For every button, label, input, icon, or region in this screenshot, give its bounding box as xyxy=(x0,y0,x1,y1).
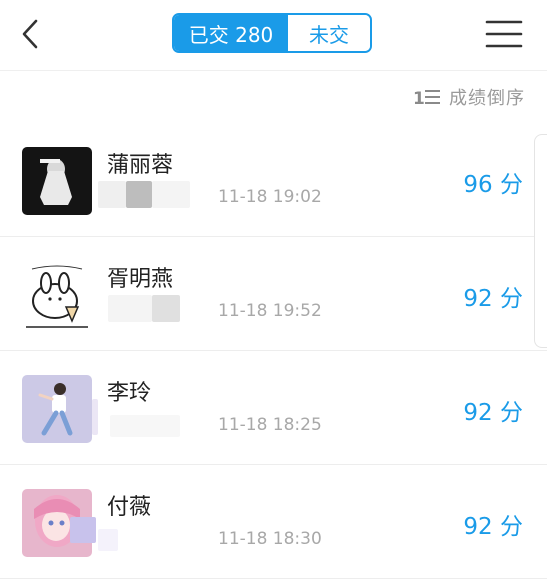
redacted-info xyxy=(110,415,180,437)
submission-list-screen: 已交 280 未交 1 成绩倒序 蒲丽蓉 11-18 19:02 96 分 胥明… xyxy=(0,0,547,587)
side-drawer-edge[interactable] xyxy=(534,134,547,348)
menu-button[interactable] xyxy=(484,18,524,50)
redacted-info xyxy=(126,181,152,208)
redacted-info xyxy=(98,181,126,208)
top-bar: 已交 280 未交 xyxy=(0,0,547,71)
tab-not-submitted[interactable]: 未交 xyxy=(288,15,370,51)
svg-text:1: 1 xyxy=(413,89,425,107)
submission-status-toggle: 已交 280 未交 xyxy=(172,13,372,53)
tab-submitted[interactable]: 已交 280 xyxy=(174,15,288,51)
list-item[interactable]: 胥明燕 11-18 19:52 92 分 xyxy=(0,237,547,351)
chevron-left-icon xyxy=(22,19,38,49)
student-name: 胥明燕 xyxy=(107,267,174,292)
avatar xyxy=(22,147,92,215)
student-name: 蒲丽蓉 xyxy=(107,153,174,178)
back-button[interactable] xyxy=(14,16,50,52)
redacted-info xyxy=(152,181,190,208)
student-name: 付薇 xyxy=(107,495,152,520)
score: 92 分 xyxy=(463,286,523,312)
list-item[interactable]: 付薇 11-18 18:30 92 分 xyxy=(0,465,547,579)
submit-time: 11-18 19:02 xyxy=(218,187,322,207)
score: 96 分 xyxy=(463,172,523,198)
redacted-info xyxy=(108,295,152,322)
hamburger-menu-icon xyxy=(485,20,523,48)
sort-by-score-desc-button[interactable]: 1 成绩倒序 xyxy=(413,83,525,111)
sort-label: 成绩倒序 xyxy=(449,88,525,109)
submit-time: 11-18 18:30 xyxy=(218,529,322,549)
redacted-info xyxy=(152,295,180,322)
submit-time: 11-18 18:25 xyxy=(218,415,322,435)
submission-list: 蒲丽蓉 11-18 19:02 96 分 胥明燕 11-18 19:52 92 … xyxy=(0,123,547,579)
score: 92 分 xyxy=(463,400,523,426)
redacted-info xyxy=(70,517,96,543)
list-item[interactable]: 李玲 11-18 18:25 92 分 xyxy=(0,351,547,465)
avatar xyxy=(22,375,92,443)
redacted-info xyxy=(98,529,118,551)
score: 92 分 xyxy=(463,514,523,540)
sort-descending-icon: 1 xyxy=(413,89,440,107)
student-name: 李玲 xyxy=(107,381,152,406)
list-item[interactable]: 蒲丽蓉 11-18 19:02 96 分 xyxy=(0,123,547,237)
redacted-info xyxy=(92,399,98,435)
submit-time: 11-18 19:52 xyxy=(218,301,322,321)
avatar xyxy=(22,261,92,329)
